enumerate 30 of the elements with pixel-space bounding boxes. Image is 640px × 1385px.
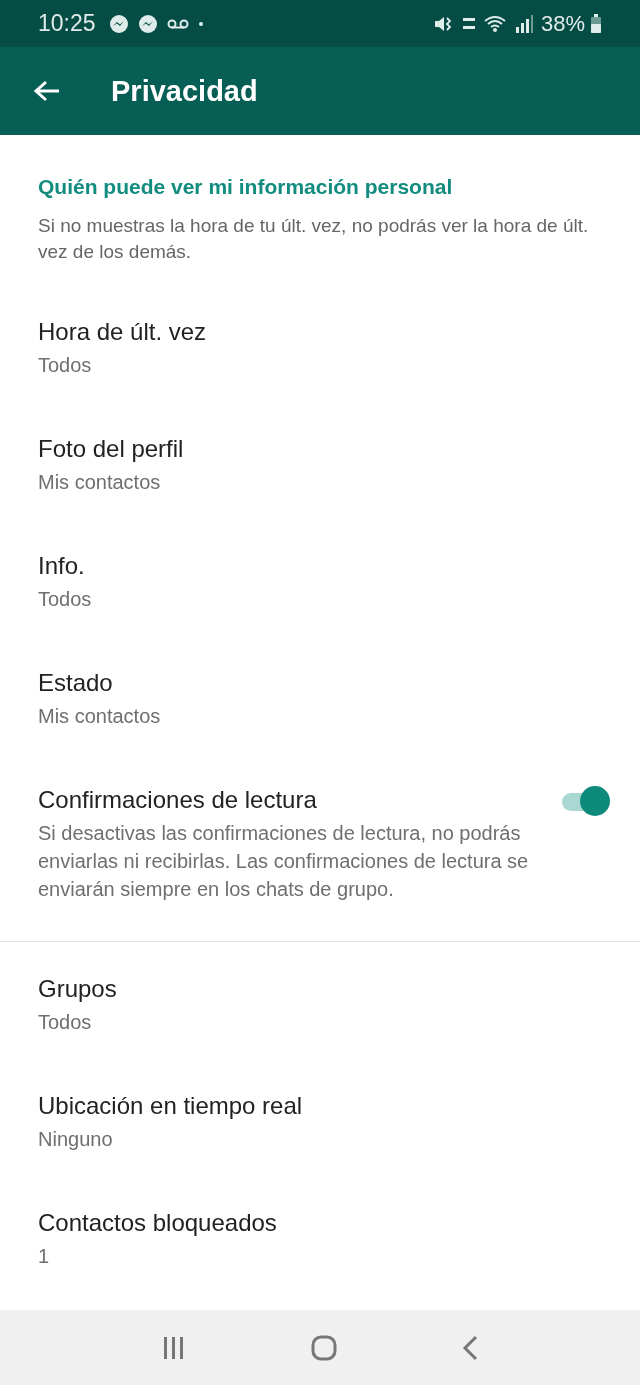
voicemail-icon <box>166 17 189 30</box>
setting-title: Info. <box>38 551 86 581</box>
battery-icon <box>590 13 602 34</box>
signal-icon <box>513 13 534 34</box>
setting-title: Confirmaciones de lectura <box>38 785 318 815</box>
setting-value: Mis contactos <box>38 470 162 495</box>
setting-title: Grupos <box>38 974 118 1004</box>
section-description: Si no muestras la hora de tu últ. vez, no podrás ver la hora de últ. vez de los demás. <box>38 214 590 264</box>
setting-value: 1 <box>38 1244 51 1269</box>
setting-value: Todos <box>38 353 93 378</box>
dot-icon <box>197 20 204 27</box>
setting-value: Todos <box>38 587 93 612</box>
battery-percent: 38% <box>540 10 585 37</box>
clock-time: 10:25 <box>38 10 96 37</box>
setting-value: Mis contactos <box>38 704 162 729</box>
setting-title: Estado <box>38 668 114 698</box>
home-icon[interactable] <box>311 1334 337 1361</box>
setting-description: Si desactivas las confirmaciones de lectura, no podrás enviarlas ni recibirlas. Las confirmaciones de lectura se enviarán siempre en los chats de grupo. <box>38 821 530 902</box>
setting-value: Ninguno <box>38 1127 114 1152</box>
section-header: Quién puede ver mi información personal <box>38 175 454 199</box>
setting-title: Foto del perfil <box>38 434 185 464</box>
setting-title: Hora de últ. vez <box>38 317 208 347</box>
setting-title: Contactos bloqueados <box>38 1208 278 1238</box>
screen-title: Privacidad <box>111 74 258 108</box>
setting-value: Todos <box>38 1010 93 1035</box>
chat-bubble-icon <box>108 13 129 34</box>
setting-title: Ubicación en tiempo real <box>38 1091 304 1121</box>
back-arrow-icon <box>33 79 61 103</box>
chat-bubble-icon <box>137 13 158 34</box>
back-icon[interactable] <box>461 1334 478 1361</box>
